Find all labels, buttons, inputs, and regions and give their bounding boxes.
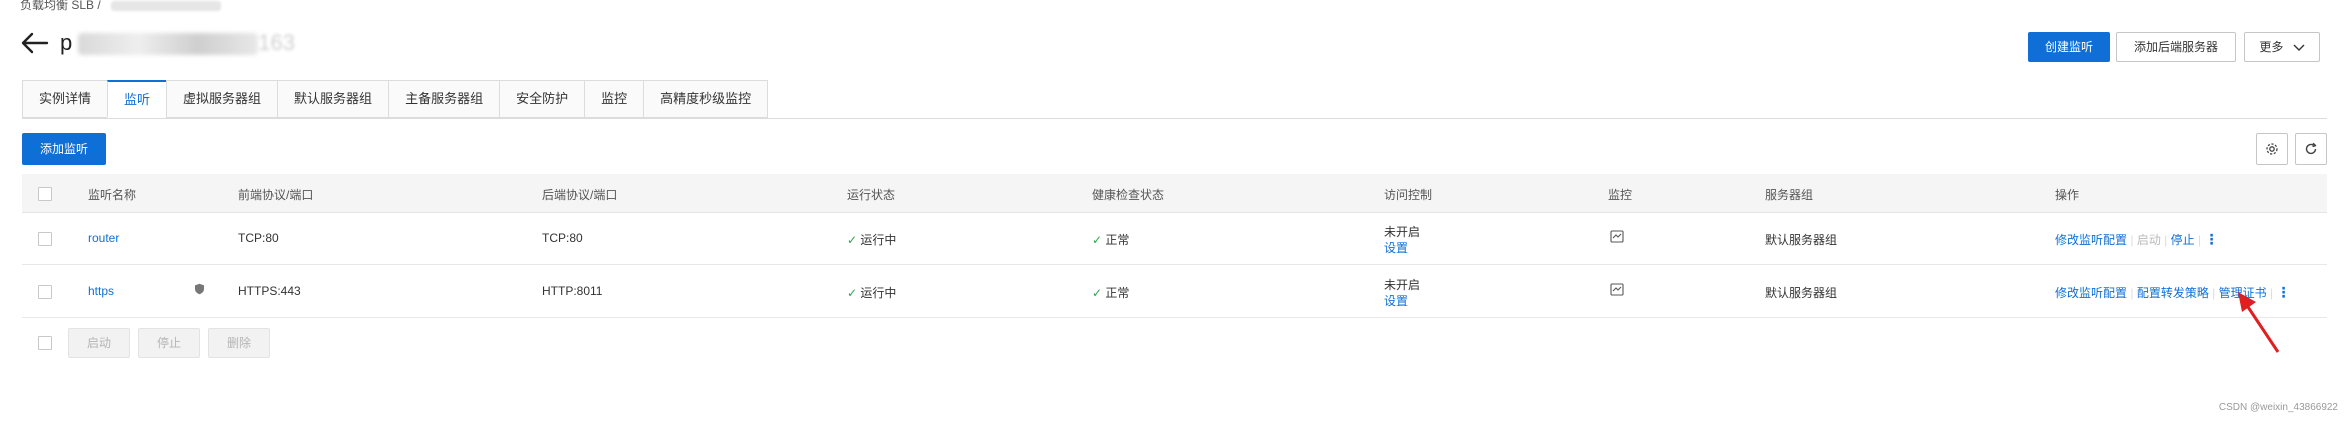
page-title: p 163	[60, 30, 295, 56]
refresh-icon[interactable]	[2295, 133, 2327, 165]
check-icon: ✓	[847, 286, 858, 300]
tab-instance-details[interactable]: 实例详情	[22, 80, 108, 118]
col-access: 访问控制	[1384, 188, 1433, 202]
title-suffix: 163	[258, 30, 295, 55]
edit-listener-link[interactable]: 修改监听配置	[2055, 286, 2127, 300]
stop-link[interactable]: 停止	[2171, 233, 2195, 247]
access-control-state: 未开启	[1384, 225, 1421, 239]
run-status-text: 运行中	[860, 286, 897, 300]
run-status-text: 运行中	[860, 233, 897, 247]
check-icon: ✓	[1092, 233, 1103, 247]
add-listener-button[interactable]: 添加监听	[22, 133, 106, 165]
tab-monitoring[interactable]: 监控	[584, 80, 644, 118]
chevron-down-icon	[2293, 34, 2305, 62]
check-icon: ✓	[1092, 286, 1103, 300]
server-group: 默认服务器组	[1765, 286, 1838, 300]
bulk-select-checkbox[interactable]	[38, 336, 52, 350]
more-label: 更多	[2259, 40, 2284, 54]
bulk-stop-button[interactable]: 停止	[138, 328, 200, 358]
gear-icon[interactable]	[2256, 133, 2288, 165]
more-dropdown-button[interactable]: 更多	[2244, 32, 2320, 62]
breadcrumb: 负载均衡 SLB /	[20, 0, 221, 13]
monitor-chart-icon[interactable]	[1610, 230, 1624, 246]
shield-icon	[194, 283, 205, 298]
tab-master-slave-groups[interactable]: 主备服务器组	[388, 80, 500, 118]
access-control-state: 未开启	[1384, 278, 1421, 292]
forward-policy-link[interactable]: 配置转发策略	[2137, 286, 2209, 300]
backend-port: HTTP:8011	[542, 284, 603, 298]
tab-security-protection[interactable]: 安全防护	[499, 80, 585, 118]
breadcrumb-text: 负载均衡 SLB /	[20, 0, 101, 12]
tab-high-precision-monitoring[interactable]: 高精度秒级监控	[643, 80, 769, 118]
row-checkbox[interactable]	[38, 285, 52, 299]
listener-name-link[interactable]: router	[88, 231, 119, 245]
more-actions-icon[interactable]: ⋮	[2204, 231, 2218, 247]
table-row: router TCP:80 TCP:80 ✓ 运行中 ✓ 正常 未开启 设置 默…	[22, 212, 2327, 265]
row-actions: 修改监听配置 | 启动 | 停止 | ⋮	[2055, 231, 2218, 248]
col-frontend: 前端协议/端口	[238, 188, 314, 202]
watermark: CSDN @weixin_43866922	[2218, 402, 2338, 413]
bulk-start-button[interactable]: 启动	[68, 328, 130, 358]
run-status: ✓ 运行中	[847, 231, 896, 248]
tab-default-server-group[interactable]: 默认服务器组	[277, 80, 389, 118]
tab-bar: 实例详情 监听 虚拟服务器组 默认服务器组 主备服务器组 安全防护 监控 高精度…	[22, 80, 769, 118]
add-backend-server-button[interactable]: 添加后端服务器	[2116, 32, 2236, 62]
create-listener-button[interactable]: 创建监听	[2028, 32, 2110, 62]
col-server-group: 服务器组	[1765, 188, 1814, 202]
row-checkbox[interactable]	[38, 232, 52, 246]
redacted-region	[78, 33, 259, 56]
tab-vserver-groups[interactable]: 虚拟服务器组	[166, 80, 278, 118]
col-actions: 操作	[2055, 188, 2080, 202]
check-icon: ✓	[847, 233, 858, 247]
access-control-settings-link[interactable]: 设置	[1384, 239, 1408, 256]
col-backend: 后端协议/端口	[542, 188, 618, 202]
backend-port: TCP:80	[542, 231, 583, 245]
col-name: 监听名称	[88, 188, 137, 202]
tabs-divider	[22, 118, 2327, 119]
health-status: ✓ 正常	[1092, 284, 1129, 301]
back-arrow-icon[interactable]	[20, 30, 50, 56]
run-status: ✓ 运行中	[847, 284, 896, 301]
tab-listeners[interactable]: 监听	[107, 80, 167, 118]
col-status: 运行状态	[847, 188, 896, 202]
table-row: https HTTPS:443 HTTP:8011 ✓ 运行中 ✓ 正常 未开启…	[22, 265, 2327, 318]
select-all-checkbox[interactable]	[38, 187, 52, 201]
col-monitor: 监控	[1608, 188, 1633, 202]
frontend-port: HTTPS:443	[238, 284, 301, 298]
access-control-settings-link[interactable]: 设置	[1384, 292, 1408, 309]
health-status-text: 正常	[1105, 233, 1130, 247]
listener-name-link[interactable]: https	[88, 284, 114, 298]
start-link[interactable]: 启动	[2137, 233, 2161, 247]
monitor-chart-icon[interactable]	[1610, 283, 1624, 299]
annotation-arrow-icon	[2238, 292, 2280, 353]
table-header: 监听名称 前端协议/端口 后端协议/端口 运行状态 健康检查状态 访问控制 监控…	[22, 174, 2327, 213]
health-status: ✓ 正常	[1092, 231, 1129, 248]
server-group: 默认服务器组	[1765, 233, 1838, 247]
col-health: 健康检查状态	[1092, 188, 1165, 202]
title-prefix: p	[60, 30, 73, 55]
frontend-port: TCP:80	[238, 231, 279, 245]
redacted-region	[110, 0, 221, 11]
edit-listener-link[interactable]: 修改监听配置	[2055, 233, 2127, 247]
health-status-text: 正常	[1105, 286, 1130, 300]
bulk-delete-button[interactable]: 删除	[208, 328, 270, 358]
